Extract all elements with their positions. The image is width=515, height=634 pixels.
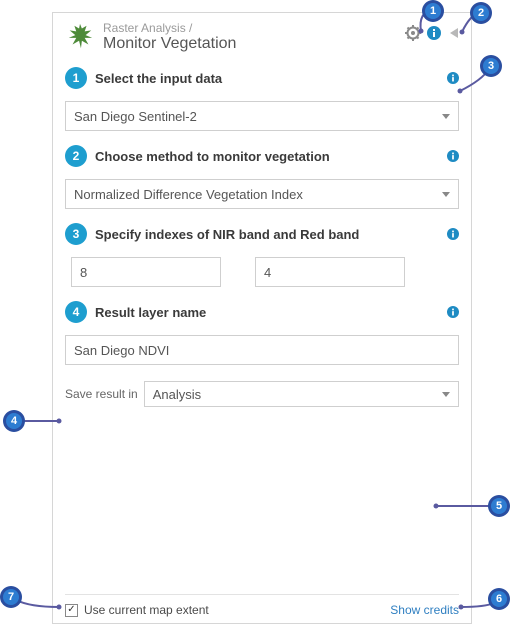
- input-data-select[interactable]: San Diego Sentinel-2: [65, 101, 459, 131]
- select-value: San Diego Sentinel-2: [74, 109, 197, 124]
- step-4-label: Result layer name: [95, 305, 206, 320]
- settings-button[interactable]: [405, 25, 421, 41]
- callout-3: 3: [480, 55, 502, 77]
- step-badge-3: 3: [65, 223, 87, 245]
- step-badge-1: 1: [65, 67, 87, 89]
- result-layer-name-input[interactable]: San Diego NDVI: [65, 335, 459, 365]
- save-location-select[interactable]: Analysis: [144, 381, 459, 407]
- show-credits-link[interactable]: Show credits: [390, 603, 459, 617]
- leaf-icon: [65, 21, 95, 51]
- step-2: 2 Choose method to monitor vegetation No…: [65, 145, 459, 209]
- select-value: Analysis: [153, 387, 201, 402]
- svg-text:7: 7: [8, 591, 14, 603]
- page-title: Monitor Vegetation: [103, 35, 236, 53]
- result-layer-value: San Diego NDVI: [74, 343, 169, 358]
- info-icon[interactable]: [447, 72, 459, 84]
- step-1-label: Select the input data: [95, 71, 222, 86]
- nir-value: 8: [80, 265, 87, 280]
- info-icon[interactable]: [447, 306, 459, 318]
- svg-text:6: 6: [496, 593, 502, 605]
- chevron-down-icon: [442, 192, 450, 197]
- method-select[interactable]: Normalized Difference Vegetation Index: [65, 179, 459, 209]
- callout-2: 2: [470, 2, 492, 24]
- chevron-down-icon: [442, 392, 450, 397]
- red-value: 4: [264, 265, 271, 280]
- step-1: 1 Select the input data San Diego Sentin…: [65, 67, 459, 131]
- step-3: 3 Specify indexes of NIR band and Red ba…: [65, 223, 459, 287]
- callout-7: 7: [0, 586, 22, 608]
- analysis-panel: Raster Analysis / Monitor Vegetation: [52, 12, 472, 624]
- info-icon[interactable]: [447, 150, 459, 162]
- use-extent-label: Use current map extent: [84, 603, 209, 617]
- save-result-label: Save result in: [65, 387, 138, 401]
- step-2-label: Choose method to monitor vegetation: [95, 149, 330, 164]
- collapse-icon[interactable]: [447, 26, 459, 40]
- chevron-down-icon: [442, 114, 450, 119]
- title-block: Raster Analysis / Monitor Vegetation: [103, 21, 236, 53]
- callout-4: 4: [3, 410, 25, 432]
- step-badge-4: 4: [65, 301, 87, 323]
- panel-header: Raster Analysis / Monitor Vegetation: [65, 21, 459, 53]
- step-4: 4 Result layer name San Diego NDVI Save …: [65, 301, 459, 407]
- step-badge-2: 2: [65, 145, 87, 167]
- step-3-label: Specify indexes of NIR band and Red band: [95, 227, 359, 242]
- svg-text:2: 2: [478, 7, 484, 19]
- nir-band-input[interactable]: 8: [71, 257, 221, 287]
- use-extent-checkbox[interactable]: ✓: [65, 604, 78, 617]
- red-band-input[interactable]: 4: [255, 257, 405, 287]
- svg-text:5: 5: [496, 500, 502, 512]
- info-icon[interactable]: [427, 26, 441, 40]
- svg-text:3: 3: [488, 60, 494, 72]
- info-icon[interactable]: [447, 228, 459, 240]
- panel-footer: ✓ Use current map extent Show credits: [65, 594, 459, 617]
- breadcrumb: Raster Analysis /: [103, 21, 236, 35]
- select-value: Normalized Difference Vegetation Index: [74, 187, 303, 202]
- callout-6: 6: [488, 588, 510, 610]
- svg-text:4: 4: [11, 415, 18, 427]
- callout-5: 5: [488, 495, 510, 517]
